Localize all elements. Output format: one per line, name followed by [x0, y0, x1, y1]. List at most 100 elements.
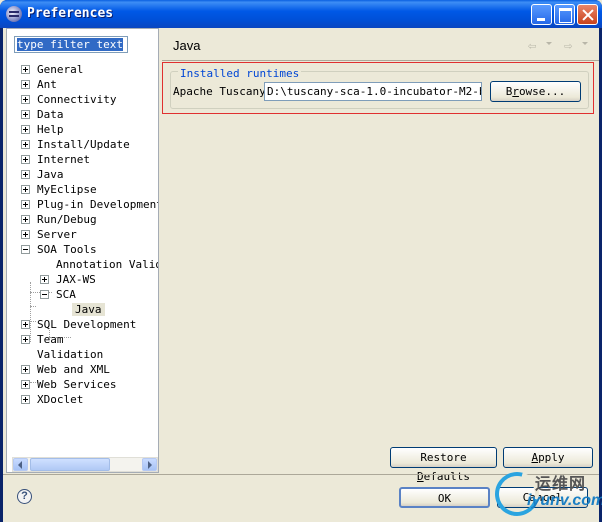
tree-item-run-debug[interactable]: Run/Debug [21, 212, 97, 227]
tree-item-sql-development[interactable]: SQL Development [21, 317, 136, 332]
expand-icon[interactable] [21, 125, 30, 134]
expand-icon[interactable] [40, 275, 49, 284]
expand-icon[interactable] [21, 200, 30, 209]
restore-defaults-button[interactable]: Restore Defaults [390, 447, 497, 483]
restore-mnemonic: D [417, 470, 424, 483]
back-arrow-icon[interactable]: ⇦ [528, 39, 544, 53]
help-icon[interactable]: ? [17, 489, 32, 504]
watermark-cn: 运维网 [535, 476, 587, 493]
tree-item-label: Web Services [37, 378, 117, 391]
tree-item-ant[interactable]: Ant [21, 77, 57, 92]
dialog-body: type filter text General Ant Connectivit… [3, 28, 602, 522]
tree-item-label: Server [37, 228, 77, 241]
runtime-path-input[interactable]: D:\tuscany-sca-1.0-incubator-M2-bin [264, 82, 482, 101]
expand-icon[interactable] [21, 140, 30, 149]
tree-item-label: Run/Debug [37, 213, 97, 226]
tree-item-label: Web and XML [37, 363, 110, 376]
tree-item-data[interactable]: Data [21, 107, 64, 122]
tree-item-label: Validation [37, 348, 104, 361]
expand-icon[interactable] [21, 80, 30, 89]
minimize-button[interactable] [531, 4, 552, 25]
tree-item-label: Java [72, 303, 105, 316]
expand-icon[interactable] [21, 65, 30, 74]
expand-icon[interactable] [21, 365, 30, 374]
expand-icon[interactable] [21, 320, 30, 329]
browse-button[interactable]: Browse... [490, 81, 581, 102]
tree-item-jax-ws[interactable]: JAX-WS [40, 272, 96, 287]
tree-item-general[interactable]: General [21, 62, 83, 77]
tree-item-label: MyEclipse [37, 183, 97, 196]
expand-icon[interactable] [21, 170, 30, 179]
eclipse-icon [6, 6, 22, 22]
tree-item-label: SOA Tools [37, 243, 97, 256]
tree-item-label: Data [37, 108, 64, 121]
tree-item-validation[interactable]: Validation [37, 347, 103, 362]
ok-button[interactable]: OK [399, 487, 490, 508]
expand-icon[interactable] [21, 110, 30, 119]
expand-icon[interactable] [21, 395, 30, 404]
expand-icon[interactable] [21, 230, 30, 239]
tree-item-help[interactable]: Help [21, 122, 64, 137]
collapse-icon[interactable] [40, 290, 49, 299]
tree-item-java[interactable]: Java [21, 167, 64, 182]
tree-item-server[interactable]: Server [21, 227, 77, 242]
tree-item-sca-java[interactable]: Java [72, 302, 105, 317]
expand-icon[interactable] [21, 95, 30, 104]
forward-dropdown-icon[interactable] [582, 42, 589, 47]
expand-icon[interactable] [21, 335, 30, 344]
tree-item-team[interactable]: Team [21, 332, 64, 347]
tree-item-label: JAX-WS [56, 273, 96, 286]
preferences-window: Preferences type filter text General Ant… [0, 0, 602, 522]
horizontal-scrollbar[interactable] [12, 457, 158, 472]
header-divider [162, 60, 599, 61]
window-title: Preferences [27, 6, 114, 21]
tree-item-sca[interactable]: SCA [40, 287, 76, 302]
scroll-right-icon[interactable] [142, 458, 157, 471]
page-title: Java [173, 38, 201, 53]
runtime-label: Apache Tuscany [173, 85, 266, 98]
expand-icon[interactable] [21, 380, 30, 389]
group-label: Installed runtimes [178, 67, 302, 80]
browse-label-post: owse... [518, 85, 566, 98]
tree-item-label: General [37, 63, 84, 76]
watermark: 运维网 iyunv.com [486, 463, 602, 522]
tree-item-label: Ant [37, 78, 57, 91]
tree-item-annotation-validation[interactable]: Annotation Valida [56, 257, 158, 272]
tree-item-label: Install/Update [37, 138, 130, 151]
maximize-button[interactable] [554, 4, 575, 25]
tree-item-label: Internet [37, 153, 90, 166]
tree-item-web-and-xml[interactable]: Web and XML [21, 362, 110, 377]
tree-connector [30, 306, 36, 307]
back-dropdown-icon[interactable] [546, 42, 553, 47]
forward-arrow-icon[interactable]: ⇨ [564, 39, 580, 53]
scrollbar-thumb[interactable] [30, 458, 110, 471]
tree-item-myeclipse[interactable]: MyEclipse [21, 182, 97, 197]
filter-input[interactable]: type filter text [14, 36, 128, 53]
expand-icon[interactable] [21, 185, 30, 194]
tree-item-web-services[interactable]: Web Services [21, 377, 116, 392]
filter-text: type filter text [17, 38, 123, 51]
watermark-en: iyunv.com [527, 492, 602, 509]
tree-item-label: Team [37, 333, 64, 346]
tree-item-label: Java [37, 168, 64, 181]
tree-item-install-update[interactable]: Install/Update [21, 137, 130, 152]
tree-item-label: SCA [56, 288, 76, 301]
browse-mnemonic: r [512, 85, 519, 98]
title-bar[interactable]: Preferences [0, 0, 602, 28]
close-button[interactable] [577, 4, 598, 25]
tree-item-connectivity[interactable]: Connectivity [21, 92, 116, 107]
tree-item-label: XDoclet [37, 393, 84, 406]
apply-button[interactable]: Apply [503, 447, 593, 468]
apply-label-post: pply [538, 451, 565, 464]
tree-item-plugin-development[interactable]: Plug-in Development [21, 197, 158, 212]
tree-item-internet[interactable]: Internet [21, 152, 90, 167]
tree-item-label: Plug-in Development [37, 198, 158, 211]
expand-icon[interactable] [21, 155, 30, 164]
expand-icon[interactable] [21, 215, 30, 224]
tree-item-xdoclet[interactable]: XDoclet [21, 392, 83, 407]
restore-label-pre: Restore [420, 451, 467, 464]
collapse-icon[interactable] [21, 245, 30, 254]
scroll-left-icon[interactable] [13, 458, 28, 471]
preference-tree-pane: type filter text General Ant Connectivit… [6, 28, 159, 473]
tree-item-soa-tools[interactable]: SOA Tools [21, 242, 97, 257]
